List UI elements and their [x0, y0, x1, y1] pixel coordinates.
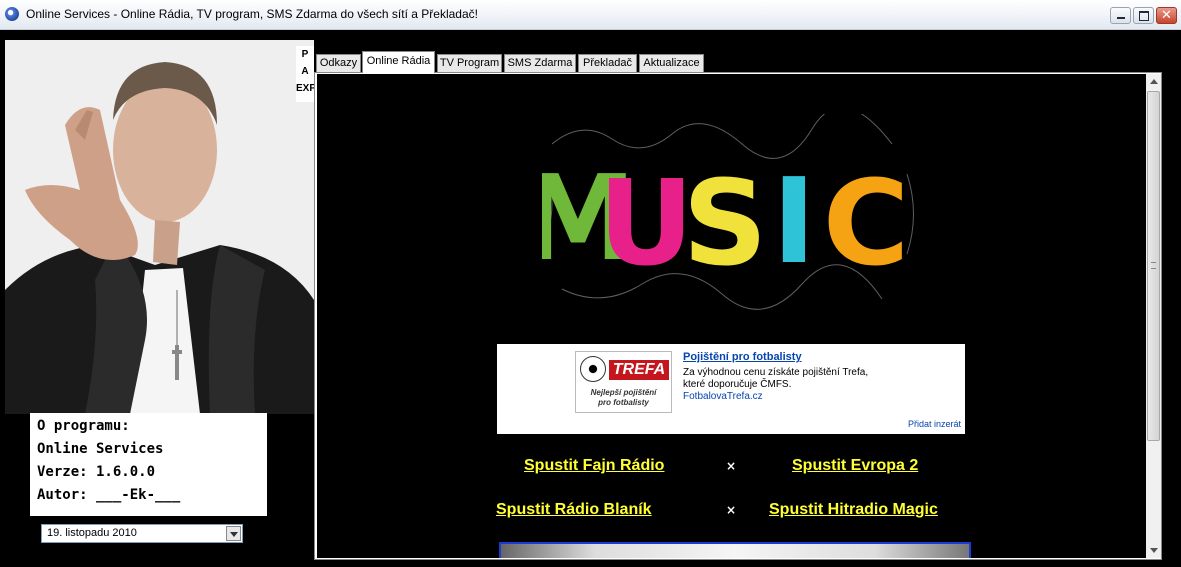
ad-slogan-line: Nejlepší pojištění — [590, 388, 657, 397]
tab-online-radia[interactable]: Online Rádia — [362, 51, 435, 73]
scroll-thumb[interactable] — [1147, 91, 1160, 441]
close-icon: ✕ — [1161, 8, 1172, 23]
chevron-down-icon[interactable] — [226, 526, 241, 541]
ad-brand: TREFA — [609, 360, 669, 380]
app-window: Online Services - Online Rádia, TV progr… — [0, 0, 1181, 567]
tab-panel: M U S I C TREFA Nejlepší pojištění pro f… — [314, 72, 1162, 560]
poster-letter: P — [301, 49, 309, 60]
tab-sms-zdarma[interactable]: SMS Zdarma — [504, 54, 576, 72]
date-value: 19. listopadu 2010 — [47, 527, 137, 539]
window-title: Online Services - Online Rádia, TV progr… — [26, 7, 478, 21]
ad-slogan-line: pro fotbalisty — [598, 398, 649, 407]
tab-tv-program[interactable]: TV Program — [437, 54, 502, 72]
ad-title-link[interactable]: Pojištění pro fotbalisty — [683, 351, 802, 363]
tab-aktualizace[interactable]: Aktualizace — [639, 54, 704, 72]
maximize-icon — [1134, 8, 1153, 23]
about-app-name: Online Services — [37, 441, 164, 457]
separator-icon: × — [726, 503, 737, 517]
tab-odkazy[interactable]: Odkazy — [316, 54, 361, 72]
date-picker[interactable]: 19. listopadu 2010 — [41, 524, 243, 543]
title-bar[interactable]: Online Services - Online Rádia, TV progr… — [0, 0, 1181, 30]
logo-letter: S — [683, 154, 768, 292]
scroll-up-icon[interactable] — [1146, 74, 1161, 89]
logo-letter: I — [772, 152, 816, 290]
artist-photo — [5, 40, 314, 414]
music-logo: M U S I C — [542, 114, 914, 310]
close-button[interactable]: ✕ — [1156, 7, 1177, 24]
app-icon[interactable] — [5, 7, 19, 21]
ad-slogan: Nejlepší pojištění pro fotbalisty — [576, 388, 671, 408]
maximize-button[interactable] — [1133, 7, 1154, 24]
about-panel: O programu: Online Services Verze: 1.6.0… — [30, 413, 267, 516]
play-evropa2-link[interactable]: Spustit Evropa 2 — [792, 457, 918, 475]
logo-letter: C — [823, 154, 910, 292]
play-fajn-radio-link[interactable]: Spustit Fajn Rádio — [524, 457, 664, 475]
poster-edge: P A EXP — [296, 46, 317, 102]
about-author: Autor: ___-Ek-___ — [37, 487, 181, 503]
play-radio-blanik-link[interactable]: Spustit Rádio Blaník — [496, 501, 652, 519]
trefa-logo[interactable]: TREFA Nejlepší pojištění pro fotbalisty — [575, 351, 672, 413]
ad-text: které doporučuje ČMFS. — [683, 379, 792, 390]
vertical-scrollbar[interactable] — [1146, 74, 1161, 558]
add-ad-link[interactable]: Přidat inzerát — [908, 419, 961, 429]
football-icon — [580, 356, 606, 382]
artist-photo-illustration — [5, 40, 314, 414]
ad-banner[interactable]: TREFA Nejlepší pojištění pro fotbalisty … — [497, 344, 965, 434]
ad-url-link[interactable]: FotbalovaTrefa.cz — [683, 391, 763, 402]
about-version: Verze: 1.6.0.0 — [37, 464, 156, 480]
about-heading: O programu: — [37, 418, 130, 434]
play-hitradio-magic-link[interactable]: Spustit Hitradio Magic — [769, 501, 938, 519]
poster-letter: A — [301, 66, 309, 77]
tab-prekladac[interactable]: Překladač — [578, 54, 637, 72]
ad-text: Za výhodnou cenu získáte pojištění Trefa… — [683, 367, 869, 378]
minimize-button[interactable] — [1110, 7, 1131, 24]
scroll-down-icon[interactable] — [1146, 543, 1161, 558]
logo-letter: U — [598, 154, 694, 292]
minimize-icon — [1111, 8, 1130, 23]
poster-letter: EXP — [296, 83, 317, 94]
radio-image-strip[interactable] — [499, 542, 971, 558]
web-content[interactable]: M U S I C TREFA Nejlepší pojištění pro f… — [317, 74, 1146, 558]
separator-icon: × — [726, 459, 737, 473]
